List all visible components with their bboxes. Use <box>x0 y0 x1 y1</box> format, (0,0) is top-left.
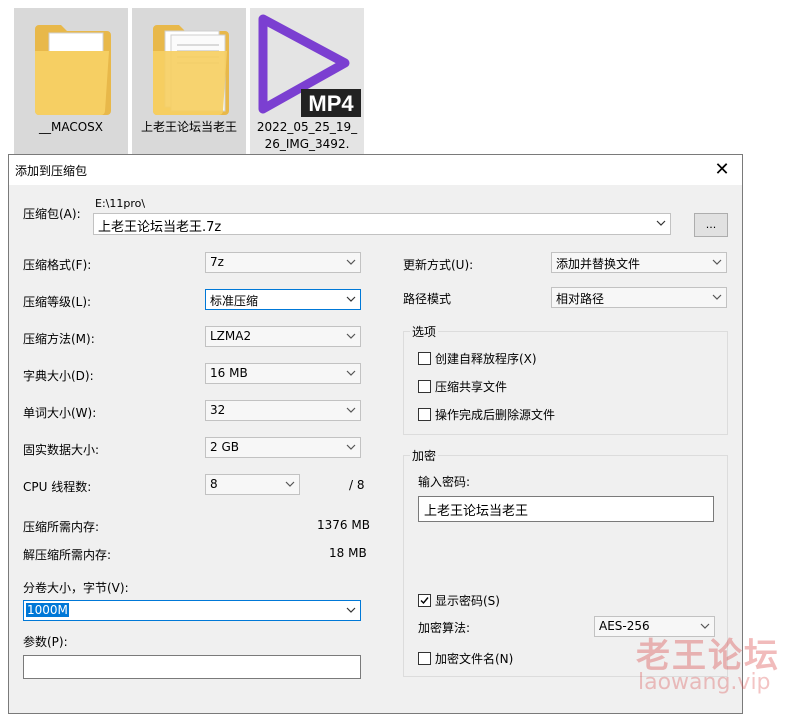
folder-icon <box>15 11 127 119</box>
chevron-down-icon <box>712 259 722 265</box>
password-label: 输入密码: <box>418 475 471 489</box>
checkbox-label: 压缩共享文件 <box>435 380 508 394</box>
level-select[interactable]: 标准压缩 <box>205 289 361 310</box>
chevron-down-icon <box>346 444 356 450</box>
add-to-archive-dialog: 添加到压缩包 ✕ 压缩包(A): E:\11pro\ 上老王论坛当老王.7z .… <box>8 154 743 714</box>
checkbox-box <box>418 408 431 421</box>
options-title: 选项 <box>410 323 439 340</box>
format-select[interactable]: 7z <box>205 252 361 273</box>
mem-decomp-label: 解压缩所需内存: <box>23 548 112 562</box>
solid-select[interactable]: 2 GB <box>205 437 361 458</box>
level-value: 标准压缩 <box>210 294 259 308</box>
cpu-label: CPU 线程数: <box>23 480 92 494</box>
checkbox-label: 操作完成后删除源文件 <box>435 408 556 422</box>
password-value: 上老王论坛当老王 <box>424 504 529 519</box>
chevron-down-icon <box>346 607 356 613</box>
file-item-mp4[interactable]: MP4 2022_05_25_19_26_IMG_3492. <box>250 8 364 154</box>
method-select[interactable]: LZMA2 <box>205 326 361 347</box>
pathmode-select[interactable]: 相对路径 <box>551 287 727 308</box>
archive-name-value: 上老王论坛当老王.7z <box>98 220 222 235</box>
cpu-value: 8 <box>210 477 218 491</box>
word-value: 32 <box>210 403 226 417</box>
chevron-down-icon <box>346 259 356 265</box>
file-name: __MACOSX <box>38 120 103 134</box>
shared-files-checkbox[interactable]: 压缩共享文件 <box>418 378 507 395</box>
folder-icon <box>133 11 245 119</box>
level-label: 压缩等级(L): <box>23 295 92 309</box>
encrypt-names-checkbox[interactable]: 加密文件名(N) <box>418 650 513 667</box>
pathmode-label: 路径模式 <box>403 292 452 306</box>
chevron-down-icon <box>656 220 666 226</box>
file-name: 上老王论坛当老王 <box>140 120 237 134</box>
enc-method-label: 加密算法: <box>418 621 471 635</box>
sfx-checkbox[interactable]: 创建自释放程序(X) <box>418 350 537 367</box>
dict-select[interactable]: 16 MB <box>205 363 361 384</box>
dict-value: 16 MB <box>210 366 248 380</box>
solid-value: 2 GB <box>210 440 239 454</box>
chevron-down-icon <box>346 407 356 413</box>
update-value: 添加并替换文件 <box>556 257 641 271</box>
chevron-down-icon <box>346 296 356 302</box>
update-select[interactable]: 添加并替换文件 <box>551 252 727 273</box>
watermark-url: laowang.vip <box>638 670 771 695</box>
checkbox-box <box>418 380 431 393</box>
mem-comp-label: 压缩所需内存: <box>23 520 100 534</box>
chevron-down-icon <box>346 333 356 339</box>
checkbox-box <box>418 352 431 365</box>
update-label: 更新方式(U): <box>403 258 474 272</box>
checkmark-icon <box>420 597 429 605</box>
cpu-select[interactable]: 8 <box>205 474 300 495</box>
method-value: LZMA2 <box>210 329 252 343</box>
file-item-macosx[interactable]: __MACOSX <box>14 8 128 154</box>
params-label: 参数(P): <box>23 635 68 649</box>
cpu-max: / 8 <box>349 478 365 492</box>
checkbox-label: 加密文件名(N) <box>435 652 514 666</box>
chevron-down-icon <box>346 370 356 376</box>
password-input[interactable]: 上老王论坛当老王 <box>418 496 714 522</box>
archive-name-combo[interactable]: 上老王论坛当老王.7z <box>93 213 671 235</box>
word-label: 单词大小(W): <box>23 406 97 420</box>
delete-after-checkbox[interactable]: 操作完成后删除源文件 <box>418 406 555 423</box>
options-group: 选项 创建自释放程序(X) 压缩共享文件 操作完成后删除源文件 <box>403 323 728 435</box>
file-name: 2022_05_25_19_26_IMG_3492. <box>256 120 358 151</box>
solid-label: 固实数据大小: <box>23 443 100 457</box>
close-button[interactable]: ✕ <box>702 155 742 185</box>
archive-label: 压缩包(A): <box>23 207 81 221</box>
dialog-title: 添加到压缩包 <box>15 164 88 178</box>
dict-label: 字典大小(D): <box>23 369 94 383</box>
split-label: 分卷大小，字节(V): <box>23 581 129 595</box>
mem-comp-value: 1376 MB <box>317 518 370 532</box>
pathmode-value: 相对路径 <box>556 292 605 306</box>
checkbox-box <box>418 594 431 607</box>
params-input[interactable] <box>23 655 361 679</box>
archive-path: E:\11pro\ <box>95 197 146 210</box>
method-label: 压缩方法(M): <box>23 332 95 346</box>
word-select[interactable]: 32 <box>205 400 361 421</box>
title-bar: 添加到压缩包 ✕ <box>9 155 742 185</box>
encryption-title: 加密 <box>410 447 439 464</box>
chevron-down-icon <box>712 294 722 300</box>
checkbox-label: 显示密码(S) <box>435 594 500 608</box>
browse-button[interactable]: ... <box>694 213 728 237</box>
split-value: 1000M <box>26 603 69 617</box>
mp4-badge: MP4 <box>308 91 354 116</box>
format-value: 7z <box>210 255 224 269</box>
chevron-down-icon <box>285 481 295 487</box>
checkbox-box <box>418 652 431 665</box>
checkbox-label: 创建自释放程序(X) <box>435 352 537 366</box>
split-combo[interactable]: 1000M <box>23 600 361 621</box>
mp4-file-icon: MP4 <box>251 11 363 119</box>
format-label: 压缩格式(F): <box>23 258 92 272</box>
file-item-folder[interactable]: 上老王论坛当老王 <box>132 8 246 154</box>
mem-decomp-value: 18 MB <box>329 546 367 560</box>
show-password-checkbox[interactable]: 显示密码(S) <box>418 592 500 609</box>
